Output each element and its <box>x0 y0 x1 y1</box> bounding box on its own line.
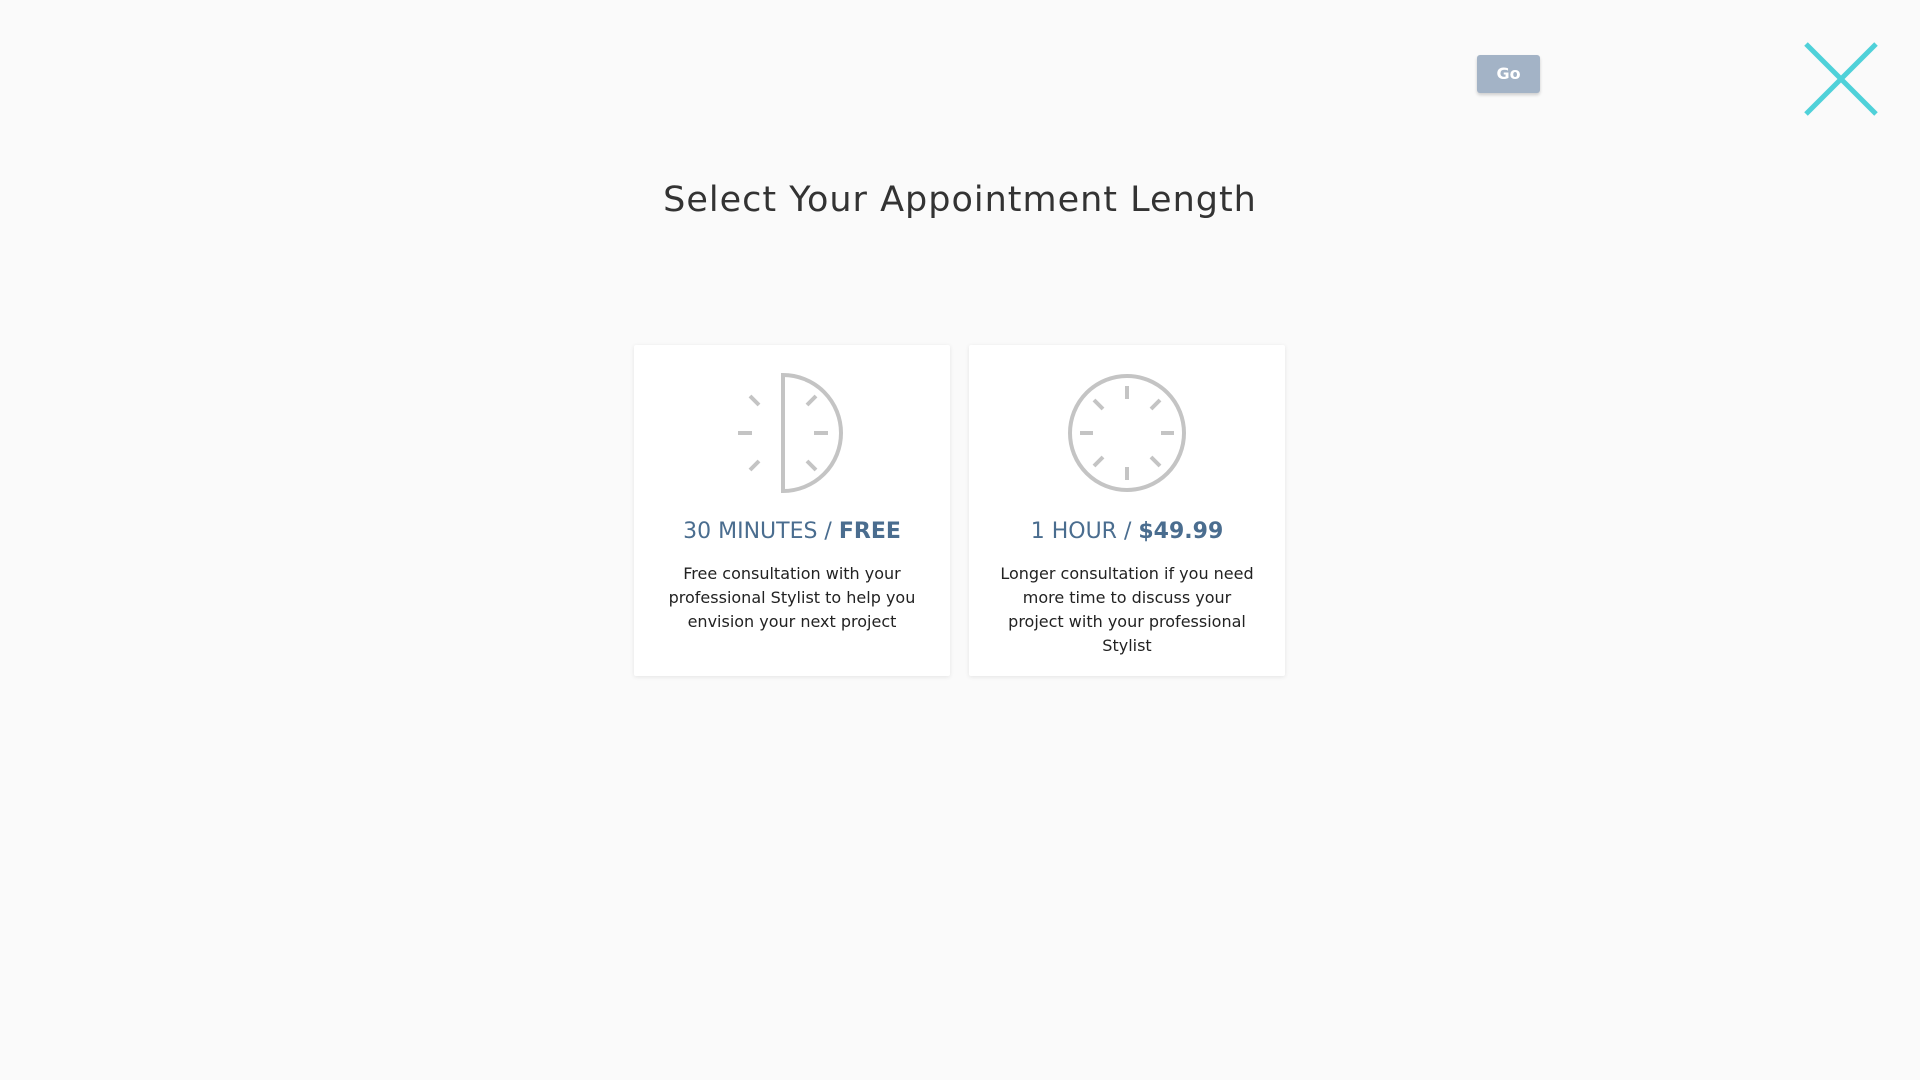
option-description: Free consultation with your professional… <box>668 564 916 631</box>
option-card-30-minutes[interactable]: 30 MINUTES / FREE Free consultation with… <box>634 345 950 676</box>
full-clock-icon <box>1067 373 1187 493</box>
option-price: FREE <box>838 519 901 544</box>
option-description: Longer consultation if you need more tim… <box>1000 564 1254 655</box>
option-title: 30 MINUTES / FREE <box>634 517 950 547</box>
go-button[interactable]: Go <box>1477 55 1540 93</box>
option-duration: 30 MINUTES / <box>683 519 832 544</box>
option-price: $49.99 <box>1138 519 1224 544</box>
half-clock-icon <box>732 373 852 493</box>
close-icon <box>1804 42 1878 116</box>
option-card-1-hour[interactable]: 1 HOUR / $49.99 Longer consultation if y… <box>969 345 1285 676</box>
close-button[interactable] <box>1801 39 1881 119</box>
option-duration: 1 HOUR / <box>1030 519 1132 544</box>
option-title: 1 HOUR / $49.99 <box>969 517 1285 547</box>
page-title: Select Your Appointment Length <box>663 180 1257 220</box>
